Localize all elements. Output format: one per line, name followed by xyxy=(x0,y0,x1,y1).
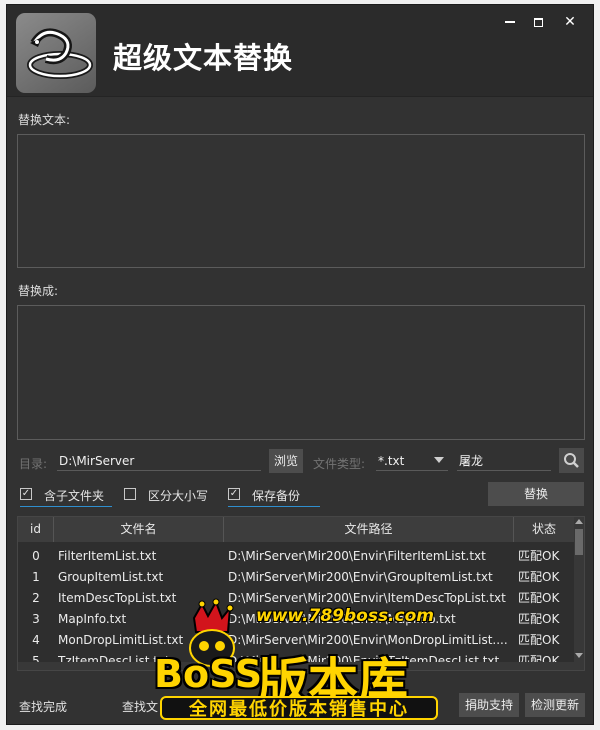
close-icon: ✕ xyxy=(564,14,576,30)
table-row[interactable]: 1 GroupItemList.txt D:\MirServer\Mir200\En… xyxy=(18,567,576,588)
row-path: D:\MirServer\Mir200\Envir\FilterItemList… xyxy=(228,549,486,563)
row-path: D:\MirServer\Mir200\Envir\GroupItemList.… xyxy=(228,570,493,584)
table-header: id 文件名 文件路径 状态 xyxy=(18,517,584,542)
row-path: D:\MirServer\Mir200\Envir\ItemDescTopLis… xyxy=(228,591,506,605)
row-id: 2 xyxy=(32,591,40,605)
directory-label: 目录: xyxy=(19,457,48,471)
app-logo xyxy=(16,13,96,93)
maximize-button[interactable] xyxy=(525,10,551,34)
include-subfolders-label: 含子文件夹 xyxy=(44,489,105,503)
row-id: 0 xyxy=(32,549,40,563)
table-row[interactable]: 3 MapInfo.txt D:\MirServer\Mir200\Envir\Ma… xyxy=(18,609,576,630)
row-status: 匹配OK xyxy=(518,570,560,584)
row-path: D:\MirServer\Mir200\Envir\MonDropLimitLi… xyxy=(228,633,508,647)
row-path: D:\MirServer\Mir200\Envir\MapInfo.txt xyxy=(228,612,456,626)
row-filename: FilterItemList.txt xyxy=(58,549,157,563)
save-backup-option[interactable]: ✓ 保存备份 xyxy=(228,485,320,507)
case-sensitive-label: 区分大小写 xyxy=(148,489,209,503)
keyword-field[interactable]: 屠龙 xyxy=(457,451,551,471)
row-id: 1 xyxy=(32,570,40,584)
file-type-select[interactable]: *.txt xyxy=(376,451,448,471)
save-backup-label: 保存备份 xyxy=(252,489,301,503)
row-id: 4 xyxy=(32,633,40,647)
find-text-input[interactable] xyxy=(17,134,585,268)
save-backup-checkbox[interactable]: ✓ xyxy=(228,488,240,500)
scroll-up-icon[interactable] xyxy=(575,519,583,524)
donate-button[interactable]: 捐助支持 xyxy=(459,693,519,717)
magnifier-icon xyxy=(564,453,579,468)
column-header-status[interactable]: 状态 xyxy=(514,517,574,542)
file-type-label: 文件类型: xyxy=(313,457,366,471)
row-id: 3 xyxy=(32,612,40,626)
row-filename: MapInfo.txt xyxy=(58,612,127,626)
file-type-value: *.txt xyxy=(378,454,405,468)
check-update-button[interactable]: 检测更新 xyxy=(525,693,585,717)
chevron-down-icon xyxy=(434,457,444,463)
column-header-path[interactable]: 文件路径 xyxy=(224,517,514,542)
main-window: 超级文本替换 ✕ 替换文本: 替换成: 目录: D:\MirServer 浏览 … xyxy=(6,4,594,725)
status-text: 查找完成 xyxy=(19,700,68,714)
scroll-down-icon[interactable] xyxy=(575,653,583,658)
minimize-icon xyxy=(505,21,515,23)
case-sensitive-checkbox[interactable] xyxy=(124,488,136,500)
table-row[interactable]: 2 ItemDescTopList.txt D:\MirServer\Mir200\… xyxy=(18,588,576,609)
status-secondary: 查找文 xyxy=(122,700,159,714)
case-sensitive-option[interactable]: 区分大小写 xyxy=(124,485,214,507)
vertical-scrollbar[interactable] xyxy=(574,517,584,670)
search-button[interactable] xyxy=(559,448,584,473)
row-status: 匹配OK xyxy=(518,591,560,605)
replace-text-label: 替换成: xyxy=(18,284,59,298)
column-header-filename[interactable]: 文件名 xyxy=(54,517,224,542)
table-row[interactable]: 4 MonDropLimitList.txt D:\MirServer\Mir200… xyxy=(18,630,576,651)
replace-button[interactable]: 替换 xyxy=(488,482,584,506)
close-button[interactable]: ✕ xyxy=(557,10,583,34)
include-subfolders-option[interactable]: ✓ 含子文件夹 xyxy=(20,485,112,507)
row-filename: ItemDescTopList.txt xyxy=(58,591,177,605)
find-text-label: 替换文本: xyxy=(18,113,71,127)
row-status: 匹配OK xyxy=(518,633,560,647)
replace-text-input[interactable] xyxy=(17,305,585,440)
directory-field[interactable]: D:\MirServer xyxy=(57,451,261,471)
scroll-thumb[interactable] xyxy=(575,529,583,555)
include-subfolders-checkbox[interactable]: ✓ xyxy=(20,488,32,500)
row-status: 匹配OK xyxy=(518,549,560,563)
browse-button[interactable]: 浏览 xyxy=(269,449,303,473)
minimize-button[interactable] xyxy=(497,10,523,34)
focus-underline xyxy=(20,506,112,507)
focus-underline xyxy=(228,506,320,507)
row-status: 匹配OK xyxy=(518,612,560,626)
row-filename: MonDropLimitList.txt xyxy=(58,633,184,647)
maximize-icon xyxy=(533,17,543,27)
table-row[interactable]: 0 FilterItemList.txt D:\MirServer\Mir200\E… xyxy=(18,546,576,567)
column-header-id[interactable]: id xyxy=(18,517,54,542)
results-table: id 文件名 文件路径 状态 0 FilterItemList.txt D:\Mir… xyxy=(17,516,585,671)
horizontal-scrollbar[interactable] xyxy=(18,662,574,670)
row-filename: GroupItemList.txt xyxy=(58,570,164,584)
title-bar: 超级文本替换 ✕ xyxy=(7,5,593,97)
app-title: 超级文本替换 xyxy=(113,41,294,75)
